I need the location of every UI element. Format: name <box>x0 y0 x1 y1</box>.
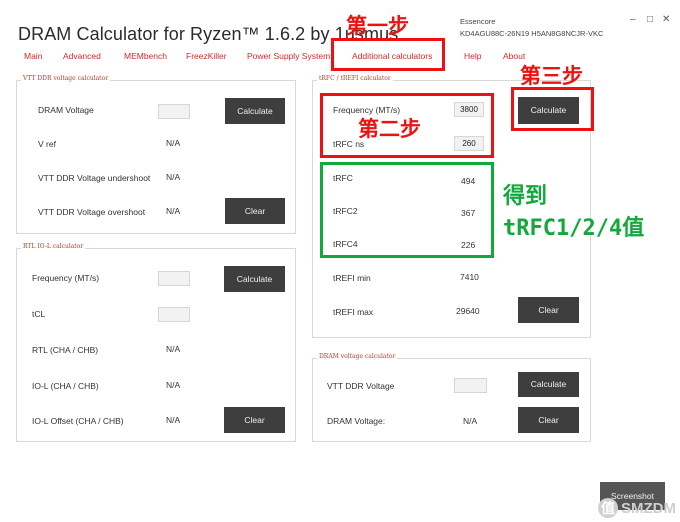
rtl-frequency-input[interactable] <box>158 271 190 286</box>
vref-label: V ref <box>38 139 56 149</box>
dram-voltage-label: DRAM Voltage: <box>327 416 386 426</box>
iol-offset-value: N/A <box>166 415 181 425</box>
module-part: KD4AGU88C-26N19 H5AN8G8NCJR-VKC <box>460 29 604 38</box>
result-annotation-line2: tRFC1/2/4值 <box>503 216 645 241</box>
iol-label: IO-L (CHA / CHB) <box>32 381 99 391</box>
trefi-max-label: tREFI max <box>333 307 374 317</box>
step3-highlight-box <box>511 87 594 131</box>
tcl-label: tCL <box>32 309 46 319</box>
vtt-overshoot-value: N/A <box>166 206 181 216</box>
step3-annotation: 第三步 <box>520 65 583 88</box>
rtl-panel: RTL IO-L calculator Frequency (MT/s) Cal… <box>16 243 296 442</box>
step1-annotation: 第一步 <box>346 15 409 38</box>
tab-help[interactable]: Help <box>464 51 481 61</box>
iol-value: N/A <box>166 380 181 390</box>
rtl-calculate-button[interactable]: Calculate <box>224 266 285 292</box>
vtt-dram-voltage-label: DRAM Voltage <box>38 105 94 115</box>
dram-vtt-label: VTT DDR Voltage <box>327 381 395 391</box>
trfc-clear-button[interactable]: Clear <box>518 297 579 323</box>
module-brand: Essencore <box>460 17 496 26</box>
module-info: Essencore KD4AGU88C-26N19 H5AN8G8NCJR-VK… <box>460 16 603 40</box>
dram-clear-button[interactable]: Clear <box>518 407 579 433</box>
trefi-max-value: 29640 <box>456 306 480 316</box>
vref-value: N/A <box>166 138 181 148</box>
tcl-input[interactable] <box>158 307 190 322</box>
trefi-min-value: 7410 <box>460 272 479 282</box>
dram-calculate-button[interactable]: Calculate <box>518 372 579 397</box>
vtt-overshoot-label: VTT DDR Voltage overshoot <box>38 207 146 217</box>
close-icon[interactable]: ✕ <box>662 14 670 25</box>
minimize-icon[interactable]: – <box>630 14 636 25</box>
iol-offset-label: IO-L Offset (CHA / CHB) <box>32 416 124 426</box>
rtl-label: RTL (CHA / CHB) <box>32 345 99 355</box>
result-highlight-box <box>320 162 494 258</box>
vtt-panel: VTT DDR voltage calculator DRAM Voltage … <box>16 75 296 234</box>
watermark-text: SMZDM <box>621 499 676 517</box>
trefi-min-label: tREFI min <box>333 273 371 283</box>
vtt-undershoot-value: N/A <box>166 172 181 182</box>
step2-annotation: 第二步 <box>358 118 421 141</box>
tab-freezkiller[interactable]: FreezKiller <box>186 51 227 61</box>
vtt-dram-voltage-input[interactable] <box>158 104 190 119</box>
watermark: 值 SMZDM <box>598 498 676 518</box>
result-annotation-line1: 得到 <box>503 183 548 208</box>
step1-highlight-box <box>331 38 445 71</box>
dram-voltage-value: N/A <box>463 416 478 426</box>
rtl-panel-title: RTL IO-L calculator <box>21 243 86 250</box>
tab-main[interactable]: Main <box>24 51 42 61</box>
dram-panel: DRAM voltage calculator VTT DDR Voltage … <box>312 353 591 442</box>
vtt-clear-button[interactable]: Clear <box>225 198 285 224</box>
dram-panel-title: DRAM voltage calculator <box>317 353 398 360</box>
restore-icon[interactable]: □ <box>647 14 653 25</box>
trfc-panel-title: tRFC / tREFI calculator <box>317 75 393 82</box>
tab-membench[interactable]: MEMbench <box>124 51 167 61</box>
watermark-icon: 值 <box>598 498 618 518</box>
vtt-calculate-button[interactable]: Calculate <box>225 98 285 124</box>
vtt-undershoot-label: VTT DDR Voltage undershoot <box>38 173 151 183</box>
tab-power-supply-system[interactable]: Power Supply System <box>247 51 330 61</box>
vtt-panel-title: VTT DDR voltage calculator <box>21 75 111 82</box>
rtl-value: N/A <box>166 344 181 354</box>
tab-advanced[interactable]: Advanced <box>63 51 101 61</box>
rtl-frequency-label: Frequency (MT/s) <box>32 273 100 283</box>
dram-vtt-input[interactable] <box>454 378 487 393</box>
rtl-clear-button[interactable]: Clear <box>224 407 285 433</box>
